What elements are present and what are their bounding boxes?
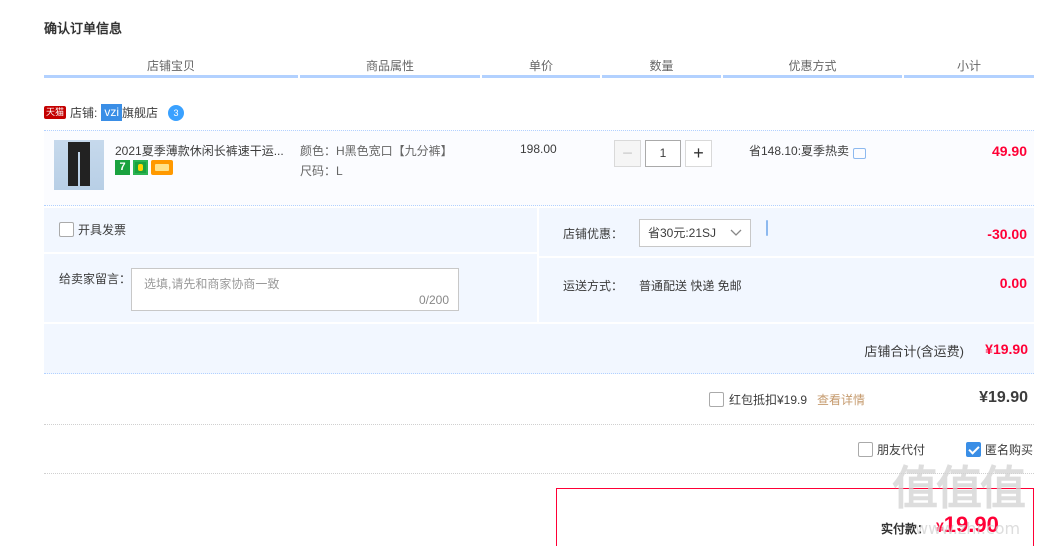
quantity-minus-button[interactable]: − — [614, 140, 641, 167]
watermark-site: www.zhi.com — [915, 519, 1021, 538]
promotion-text: 省148.10:夏季热卖 — [749, 144, 850, 158]
promotion-info: 省148.10:夏季热卖 — [749, 142, 867, 159]
chat-bubble-icon[interactable] — [853, 148, 867, 159]
shipping-amount: 0.00 — [999, 275, 1027, 291]
shop-discount-select[interactable]: 省30元:21SJ — [639, 219, 751, 247]
redpacket-checkbox[interactable] — [709, 392, 724, 407]
col-header-subtotal: 小计 — [904, 56, 1034, 78]
product-thumbnail[interactable] — [54, 140, 104, 190]
guarantee-icon[interactable] — [133, 160, 148, 175]
col-header-attributes: 商品属性 — [300, 56, 480, 78]
message-placeholder: 选填,请先和商家协商一致 — [144, 277, 280, 291]
shop-discount-label: 店铺优惠： — [563, 227, 624, 241]
message-label: 给卖家留言： — [59, 272, 132, 286]
shipping-label: 运送方式： — [563, 279, 624, 293]
divider — [44, 473, 1034, 474]
shipping-method: 普通配送 快递 免邮 — [639, 279, 742, 293]
unit-price: 198.00 — [520, 142, 557, 156]
wangwang-chat-icon[interactable]: 3 — [168, 104, 185, 121]
seven-day-return-icon[interactable]: 7 — [115, 160, 130, 175]
message-textarea[interactable]: 选填,请先和商家协商一致 0/200 — [131, 268, 459, 311]
divider — [44, 424, 1034, 425]
col-header-unit-price: 单价 — [482, 56, 600, 78]
redpacket-amount: ¥19.90 — [979, 389, 1028, 406]
quantity-input[interactable]: 1 — [645, 140, 681, 167]
quantity-plus-button[interactable]: + — [685, 140, 712, 167]
shop-total-amount: ¥19.90 — [985, 341, 1028, 357]
friend-pay-checkbox[interactable] — [858, 442, 873, 457]
page-title: 确认订单信息 — [44, 21, 123, 36]
attr-color: 颜色：H黑色宽口【九分裤】 — [300, 144, 453, 158]
shop-name-rest: 旗舰店 — [122, 106, 159, 120]
invoice-label: 开具发票 — [78, 223, 127, 237]
credit-card-icon[interactable] — [151, 160, 173, 175]
chat-bubble-icon[interactable] — [766, 220, 768, 236]
message-counter: 0/200 — [418, 293, 449, 307]
shop-header: 天猫 店铺: vzi 旗舰店 3 — [44, 104, 185, 121]
redpacket-label: 红包抵扣¥19.9 — [729, 393, 808, 407]
shop-discount-selected: 省30元:21SJ — [648, 226, 717, 240]
col-header-shop-item: 店铺宝贝 — [44, 56, 298, 78]
pants-image — [68, 142, 90, 186]
shop-label: 店铺: — [70, 106, 98, 120]
service-badges: 7 — [115, 160, 173, 175]
watermark-logo: 值值值 — [892, 461, 1026, 515]
col-header-promotion: 优惠方式 — [723, 56, 902, 78]
invoice-checkbox[interactable] — [59, 222, 74, 237]
quantity-stepper: − 1 + — [614, 140, 712, 167]
shop-discount-amount: -30.00 — [987, 226, 1027, 242]
shop-total-label: 店铺合计(含运费) — [864, 344, 964, 359]
shop-name-link[interactable]: vzi 旗舰店 — [101, 104, 158, 121]
product-name-link[interactable]: 2021夏季薄款休闲长裤速干运... — [115, 142, 284, 159]
chevron-down-icon — [730, 229, 742, 236]
col-header-quantity: 数量 — [602, 56, 721, 78]
invoice-option[interactable]: 开具发票 — [59, 221, 126, 238]
item-subtotal: 49.90 — [991, 143, 1027, 159]
redpacket-details-link[interactable]: 查看详情 — [817, 391, 865, 408]
attr-size: 尺码：L — [300, 164, 343, 178]
shop-name-highlight: vzi — [101, 104, 123, 121]
tmall-badge: 天猫 — [44, 106, 67, 119]
redpacket-option[interactable]: 红包抵扣¥19.9 查看详情 — [709, 391, 865, 408]
